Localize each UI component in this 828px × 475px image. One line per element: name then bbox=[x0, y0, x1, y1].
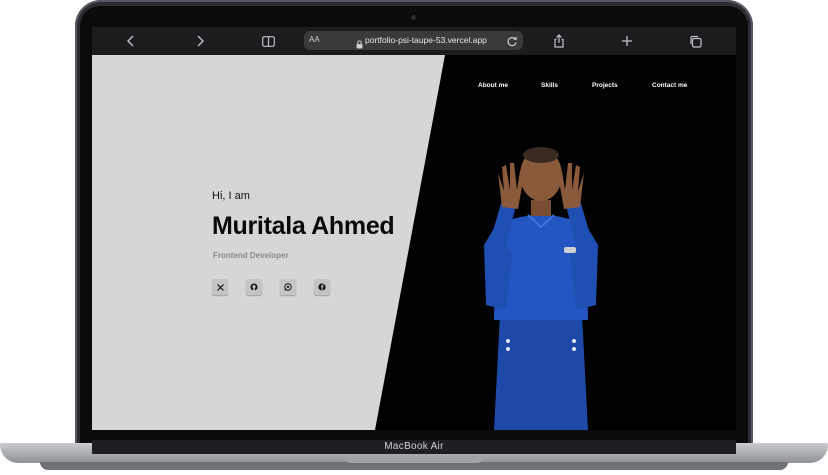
whatsapp-icon bbox=[284, 283, 292, 291]
browser-toolbar: AA portfolio-psi-taupe-53.vercel.app bbox=[92, 27, 736, 55]
text-size-button[interactable]: AA bbox=[309, 35, 320, 44]
device-label: MacBook Air bbox=[384, 441, 444, 452]
light-panel bbox=[92, 55, 445, 430]
reload-icon[interactable] bbox=[506, 34, 518, 52]
camera-icon bbox=[411, 15, 416, 20]
hero-name: Muritala Ahmed bbox=[212, 212, 395, 240]
laptop-base-lower bbox=[40, 462, 788, 470]
tabs-icon[interactable] bbox=[684, 31, 706, 51]
github-social-button[interactable] bbox=[246, 279, 262, 295]
portfolio-page: About me Skills Projects Contact me Hi, … bbox=[92, 55, 736, 430]
share-icon[interactable] bbox=[548, 31, 570, 51]
screen: AA portfolio-psi-taupe-53.vercel.app Abo… bbox=[92, 27, 736, 430]
facebook-icon bbox=[318, 283, 326, 291]
nav-about-me[interactable]: About me bbox=[478, 82, 508, 89]
address-bar[interactable]: AA portfolio-psi-taupe-53.vercel.app bbox=[304, 31, 523, 50]
plus-icon[interactable] bbox=[616, 31, 638, 51]
whatsapp-social-button[interactable] bbox=[280, 279, 296, 295]
github-icon bbox=[250, 283, 258, 291]
profile-photo bbox=[484, 147, 598, 430]
book-icon[interactable] bbox=[257, 31, 279, 51]
hero-role: Frontend Developer bbox=[213, 251, 289, 260]
nav-projects[interactable]: Projects bbox=[592, 82, 618, 89]
nav-skills[interactable]: Skills bbox=[541, 82, 558, 89]
lock-icon bbox=[356, 36, 363, 54]
nav-contact-me[interactable]: Contact me bbox=[652, 82, 687, 89]
facebook-social-button[interactable] bbox=[314, 279, 330, 295]
hero-greeting: Hi, I am bbox=[212, 190, 250, 202]
url-text: portfolio-psi-taupe-53.vercel.app bbox=[365, 35, 487, 45]
back-icon[interactable] bbox=[120, 31, 142, 51]
forward-icon[interactable] bbox=[189, 31, 211, 51]
laptop-base-notch bbox=[344, 456, 484, 463]
x-social-button[interactable] bbox=[212, 279, 228, 295]
x-icon bbox=[216, 283, 224, 291]
